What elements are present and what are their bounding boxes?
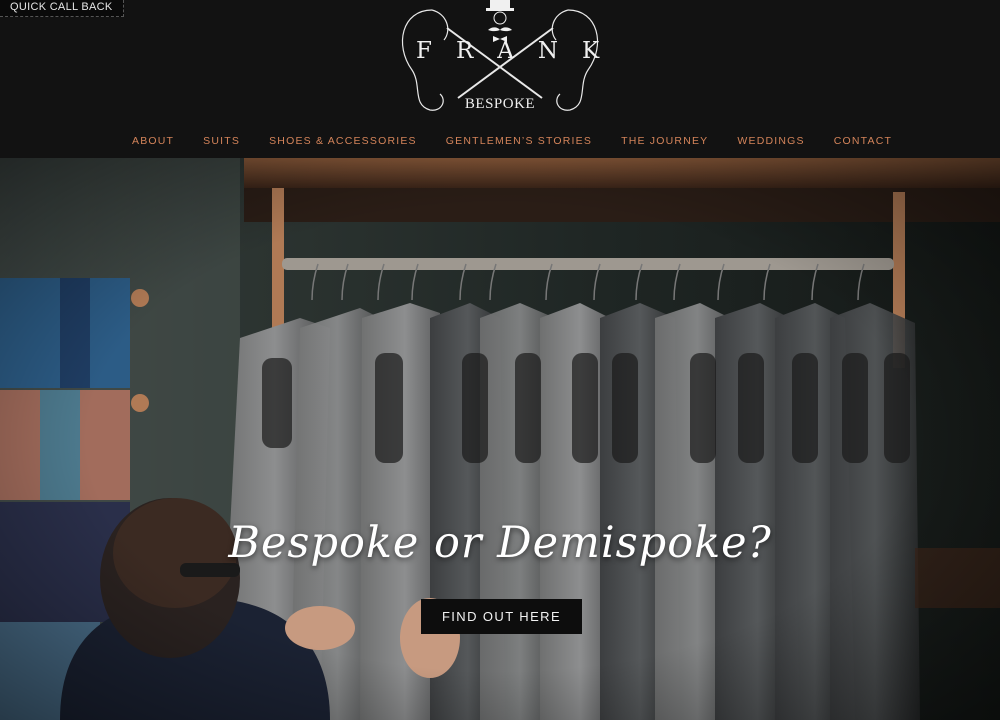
hero-banner: Bespoke or Demispoke? FIND OUT HERE	[0, 158, 1000, 720]
logo-wordmark: FRANK	[416, 38, 624, 64]
nav-item-suits[interactable]: SUITS	[203, 134, 240, 148]
nav-item-contact[interactable]: CONTACT	[834, 134, 892, 148]
find-out-here-button[interactable]: FIND OUT HERE	[421, 599, 582, 634]
frank-bespoke-logo[interactable]: FRANK BESPOKE	[392, 0, 608, 120]
nav-item-the-journey[interactable]: THE JOURNEY	[621, 134, 708, 148]
main-nav: ABOUT SUITS SHOES & ACCESSORIES GENTLEME…	[132, 134, 892, 148]
hero-heading: Bespoke or Demispoke?	[228, 518, 772, 568]
nav-item-gentlemens-stories[interactable]: GENTLEMEN’S STORIES	[446, 134, 592, 148]
hero-background-image	[0, 158, 1000, 720]
nav-item-shoes-accessories[interactable]: SHOES & ACCESSORIES	[269, 134, 417, 148]
nav-item-weddings[interactable]: WEDDINGS	[737, 134, 804, 148]
quick-call-back-button[interactable]: QUICK CALL BACK	[0, 0, 124, 17]
site-header: QUICK CALL BACK FRANK BESPOKE ABOUT SUIT…	[0, 0, 1000, 158]
nav-item-about[interactable]: ABOUT	[132, 134, 174, 148]
logo-tagline: BESPOKE	[464, 96, 536, 112]
